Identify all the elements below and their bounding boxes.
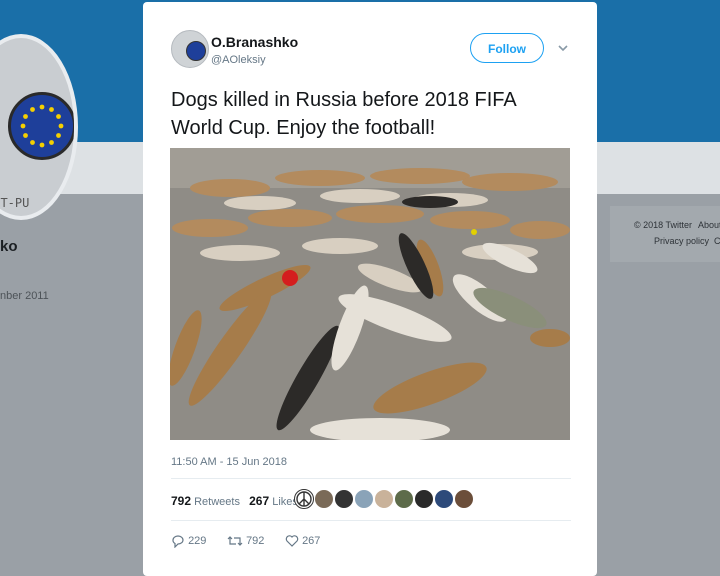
author-avatar[interactable] [171,30,209,68]
retweets-count: 792 [171,494,192,508]
tweet-modal: O.Branashko @AOleksiy Follow Dogs killed… [143,2,597,576]
liker-avatar[interactable] [394,489,414,509]
tweet-stats: 792 Retweets 267 Likes [171,494,298,508]
reply-count: 229 [188,534,207,547]
footer-links-card: © 2018 Twitter About Privacy policy C [610,206,720,262]
reply-icon [171,535,185,549]
chevron-down-icon[interactable] [557,41,569,53]
reply-button[interactable]: 229 [171,534,207,549]
footer-privacy-link[interactable]: Privacy policy [654,236,709,246]
tweet-text: Dogs killed in Russia before 2018 FIFA W… [171,89,516,139]
retweets-label: Retweets [194,496,240,508]
peace-symbol-avatar[interactable] [294,489,314,509]
tweet-photo[interactable] [170,148,570,440]
liker-avatar[interactable] [374,489,394,509]
retweet-button[interactable]: 792 [227,534,264,548]
liker-avatar[interactable] [354,489,374,509]
likes-stat[interactable]: 267 Likes [249,494,298,508]
tweet-timestamp[interactable]: 11:50 AM - 15 Jun 2018 [171,456,287,468]
divider [171,520,571,521]
likes-count: 267 [249,494,270,508]
profile-joined-date: nber 2011 [0,290,49,302]
liker-avatar[interactable] [454,489,474,509]
heart-icon [285,535,299,547]
author-handle[interactable]: @AOleksiy [211,54,266,66]
profile-name-fragment: ko [0,238,18,255]
like-button[interactable]: 267 [285,534,320,548]
eu-flag-icon [186,41,206,61]
liker-avatar[interactable] [414,489,434,509]
liker-avatar[interactable] [334,489,354,509]
author-name[interactable]: O.Branashko [211,34,298,50]
liker-avatar[interactable] [434,489,454,509]
avatar-caption: igT-PU [0,196,30,210]
like-count: 267 [302,534,321,547]
retweet-icon [227,535,243,547]
divider [171,478,571,479]
footer-about-link[interactable]: About [698,220,720,230]
liker-avatar[interactable] [314,489,334,509]
retweets-stat[interactable]: 792 Retweets [171,494,240,508]
eu-flag-icon [8,92,74,160]
footer-copyright: © 2018 Twitter [634,220,692,230]
follow-button[interactable]: Follow [470,33,544,63]
retweet-count: 792 [246,534,265,547]
footer-cookies-link[interactable]: C [714,236,720,246]
